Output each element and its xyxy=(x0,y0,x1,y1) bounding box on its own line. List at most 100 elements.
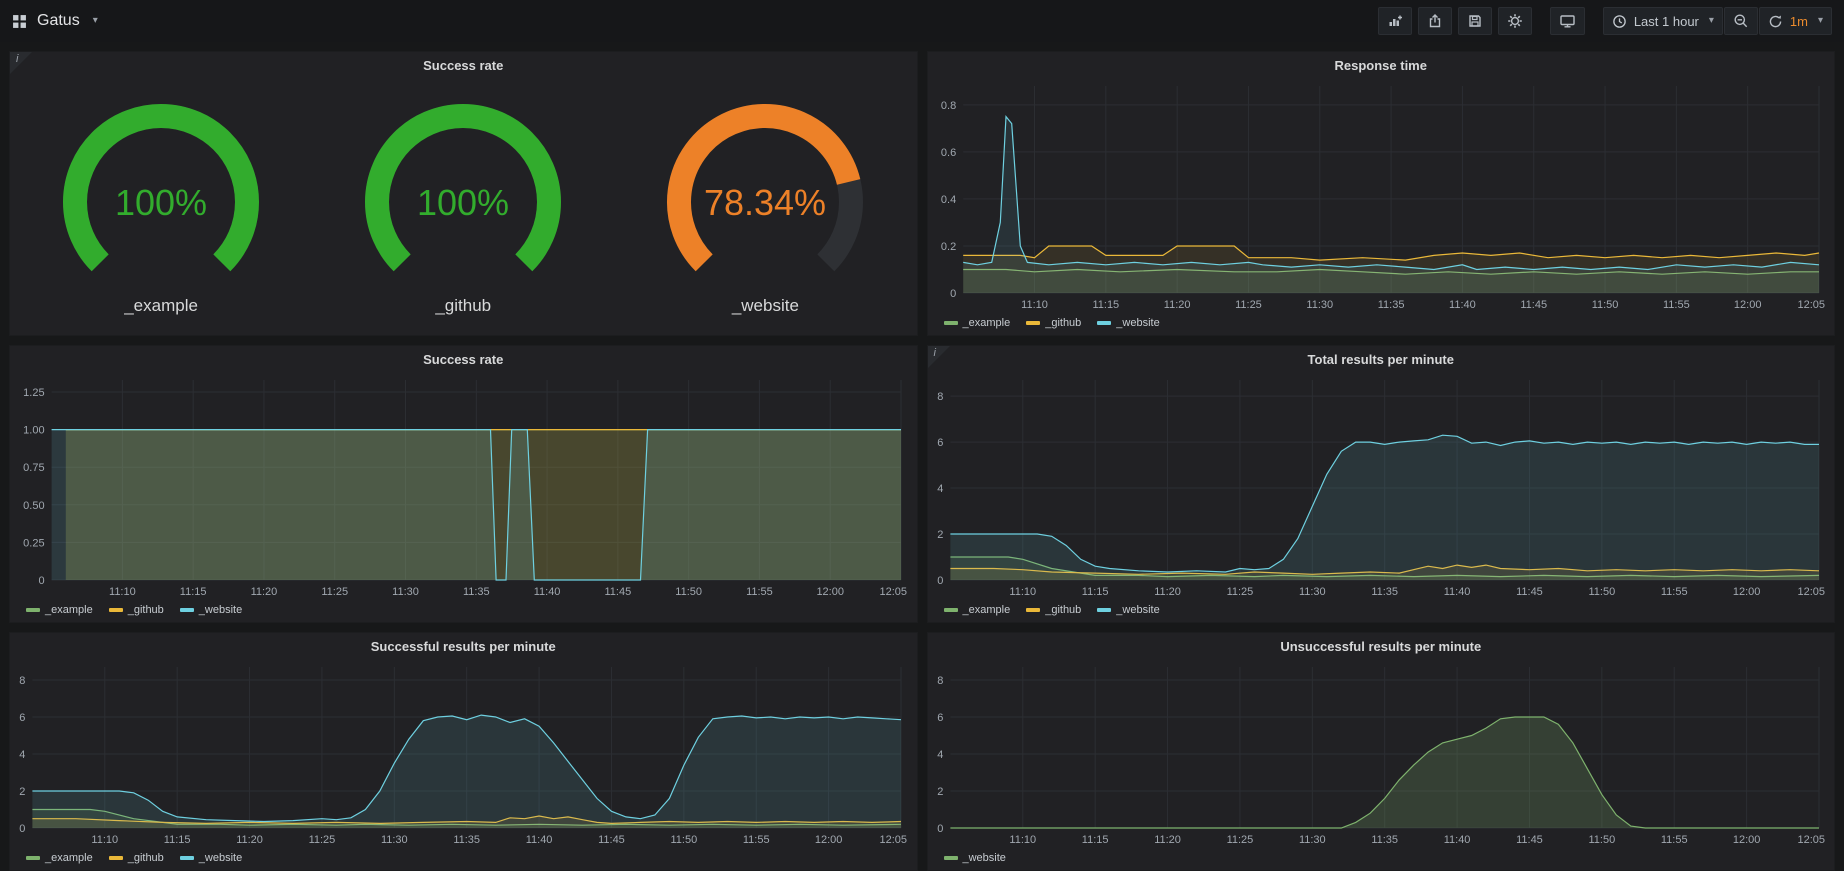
legend-item-website[interactable]: _website xyxy=(180,852,242,864)
zoom-out-icon xyxy=(1733,13,1749,29)
gauge-github: 100% _github xyxy=(323,98,603,316)
svg-text:12:05: 12:05 xyxy=(1797,299,1825,311)
svg-text:11:40: 11:40 xyxy=(1449,299,1476,311)
total-results-chart[interactable]: 0246811:1011:1511:2011:2511:3011:3511:40… xyxy=(932,372,1827,600)
panel-title[interactable]: Total results per minute xyxy=(928,346,1835,372)
svg-text:11:15: 11:15 xyxy=(1081,834,1108,846)
add-panel-button[interactable] xyxy=(1378,7,1412,35)
panel-info-corner[interactable] xyxy=(10,52,32,74)
legend-swatch xyxy=(1097,321,1111,325)
tv-mode-button[interactable] xyxy=(1550,7,1585,35)
svg-text:0.2: 0.2 xyxy=(940,241,955,253)
legend-label: _github xyxy=(128,852,164,864)
legend-item-website[interactable]: _website xyxy=(180,604,242,616)
panel-title[interactable]: Response time xyxy=(928,52,1835,78)
svg-text:0.75: 0.75 xyxy=(23,462,44,474)
gauge-value: 100% xyxy=(115,182,207,223)
time-range-label: Last 1 hour xyxy=(1634,14,1699,29)
share-icon xyxy=(1427,13,1443,29)
gauges-row: 100% _example 100% _github 78.34% _websi… xyxy=(10,78,917,335)
dashboard-grid: i Success rate 100% _example 100% _githu… xyxy=(0,42,1844,871)
gauge-arc: 78.34% xyxy=(625,98,905,294)
svg-text:11:35: 11:35 xyxy=(453,834,480,846)
svg-text:11:10: 11:10 xyxy=(109,586,136,598)
refresh-picker[interactable]: 1m ▾ xyxy=(1759,7,1832,35)
svg-text:11:30: 11:30 xyxy=(381,834,408,846)
svg-text:8: 8 xyxy=(19,675,25,687)
legend-swatch xyxy=(1097,608,1111,612)
legend-item-github[interactable]: _github xyxy=(1026,317,1081,329)
panel-title[interactable]: Successful results per minute xyxy=(10,633,917,659)
svg-text:11:35: 11:35 xyxy=(463,586,490,598)
legend-label: _website xyxy=(1116,317,1159,329)
legend-item-website[interactable]: _website xyxy=(944,852,1006,864)
dashboard-title: Gatus xyxy=(37,12,80,30)
svg-text:11:20: 11:20 xyxy=(1154,834,1181,846)
chevron-down-icon: ▾ xyxy=(1818,16,1823,26)
legend-item-website[interactable]: _website xyxy=(1097,317,1159,329)
svg-text:0: 0 xyxy=(38,575,44,587)
navbar-actions: Last 1 hour ▾ 1m ▾ xyxy=(1378,7,1832,35)
svg-text:11:40: 11:40 xyxy=(1443,834,1470,846)
panel-title[interactable]: Success rate xyxy=(10,52,917,78)
svg-text:0: 0 xyxy=(937,823,943,835)
svg-text:11:50: 11:50 xyxy=(670,834,697,846)
svg-text:0: 0 xyxy=(950,288,956,300)
save-button[interactable] xyxy=(1458,7,1492,35)
chart-legend: _example _github _website xyxy=(14,600,909,620)
legend-item-github[interactable]: _github xyxy=(109,852,164,864)
success-rate-chart[interactable]: 00.250.500.751.001.2511:1011:1511:2011:2… xyxy=(14,372,909,600)
unsuccessful-results-chart[interactable]: 0246811:1011:1511:2011:2511:3011:3511:40… xyxy=(932,659,1827,848)
svg-text:12:00: 12:00 xyxy=(816,586,844,598)
zoom-out-button[interactable] xyxy=(1724,7,1758,35)
chart-legend: _website xyxy=(932,848,1827,868)
svg-text:4: 4 xyxy=(19,749,25,761)
panel-title[interactable]: Unsuccessful results per minute xyxy=(928,633,1835,659)
dashboard-title-button[interactable]: Gatus ▾ xyxy=(12,12,98,30)
svg-text:11:20: 11:20 xyxy=(236,834,263,846)
legend-swatch xyxy=(109,856,123,860)
refresh-interval-label: 1m xyxy=(1790,14,1808,29)
svg-text:12:00: 12:00 xyxy=(1733,299,1761,311)
legend-item-example[interactable]: _example xyxy=(944,604,1011,616)
legend-label: _example xyxy=(45,604,93,616)
legend-swatch xyxy=(1026,321,1040,325)
legend-item-website[interactable]: _website xyxy=(1097,604,1159,616)
svg-text:0: 0 xyxy=(937,575,943,587)
legend-swatch xyxy=(944,856,958,860)
legend-item-example[interactable]: _example xyxy=(944,317,1011,329)
svg-text:11:55: 11:55 xyxy=(746,586,773,598)
gauge-value: 78.34% xyxy=(704,182,826,223)
panel-response-time: Response time 00.20.40.60.811:1011:1511:… xyxy=(927,51,1836,336)
svg-text:2: 2 xyxy=(937,786,943,798)
legend-item-github[interactable]: _github xyxy=(1026,604,1081,616)
legend-item-example[interactable]: _example xyxy=(26,604,93,616)
svg-text:12:05: 12:05 xyxy=(879,586,907,598)
svg-text:11:40: 11:40 xyxy=(534,586,561,598)
response-time-chart[interactable]: 00.20.40.60.811:1011:1511:2011:2511:3011… xyxy=(932,78,1827,313)
legend-label: _website xyxy=(199,604,242,616)
svg-text:2: 2 xyxy=(19,786,25,798)
svg-text:11:25: 11:25 xyxy=(321,586,348,598)
svg-text:11:50: 11:50 xyxy=(1591,299,1618,311)
svg-text:12:00: 12:00 xyxy=(1732,834,1760,846)
legend-label: _github xyxy=(1045,604,1081,616)
svg-text:11:25: 11:25 xyxy=(309,834,336,846)
panel-title[interactable]: Success rate xyxy=(10,346,917,372)
settings-button[interactable] xyxy=(1498,7,1532,35)
svg-text:11:55: 11:55 xyxy=(1660,834,1687,846)
legend-item-example[interactable]: _example xyxy=(26,852,93,864)
gauge-value: 100% xyxy=(417,182,509,223)
svg-text:6: 6 xyxy=(937,437,943,449)
legend-swatch xyxy=(180,608,194,612)
successful-results-chart[interactable]: 0246811:1011:1511:2011:2511:3011:3511:40… xyxy=(14,659,909,848)
legend-swatch xyxy=(180,856,194,860)
time-range-picker[interactable]: Last 1 hour ▾ xyxy=(1603,7,1723,35)
panel-successful-results: Successful results per minute 0246811:10… xyxy=(9,632,918,871)
share-button[interactable] xyxy=(1418,7,1452,35)
panel-info-corner[interactable] xyxy=(928,346,950,368)
svg-text:11:25: 11:25 xyxy=(1226,586,1253,598)
svg-text:12:00: 12:00 xyxy=(815,834,843,846)
legend-item-github[interactable]: _github xyxy=(109,604,164,616)
panel-success-rate-gauges: i Success rate 100% _example 100% _githu… xyxy=(9,51,918,336)
